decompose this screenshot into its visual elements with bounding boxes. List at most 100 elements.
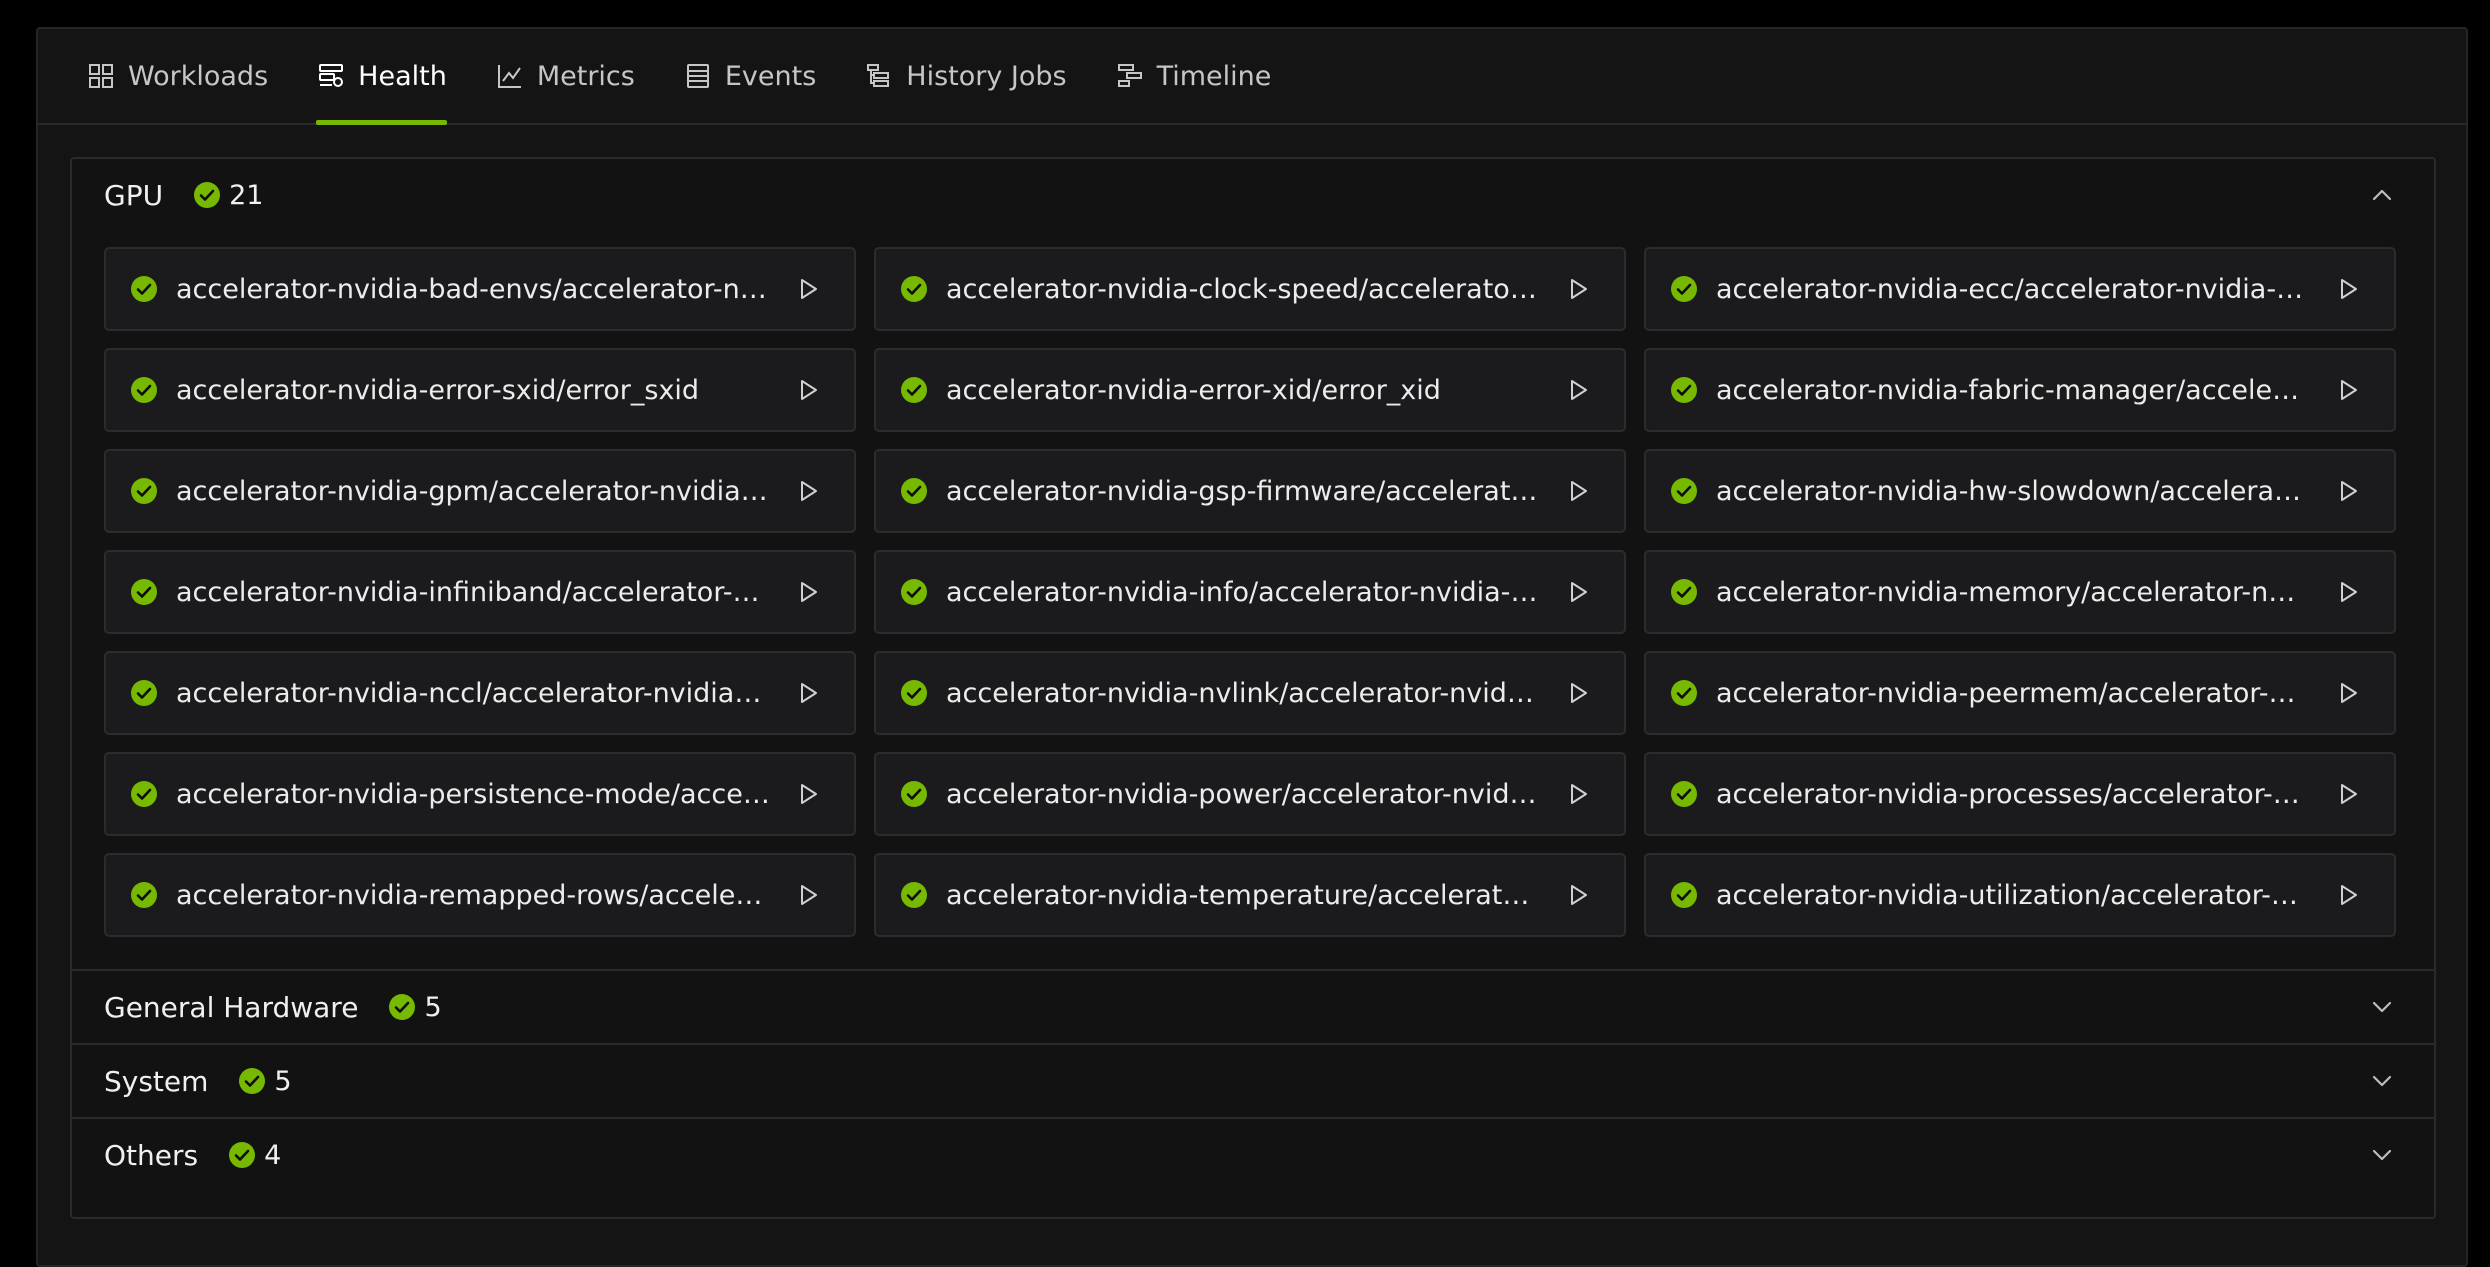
check-circle-icon (131, 781, 157, 807)
tab-events[interactable]: Events (683, 29, 816, 123)
health-check-card[interactable]: accelerator-nvidia-error-sxid/error_sxid (104, 348, 856, 432)
health-check-card[interactable]: accelerator-nvidia-info/accelerator-nvid… (874, 550, 1626, 634)
play-icon[interactable] (794, 780, 822, 808)
check-circle-icon (901, 680, 927, 706)
health-check-card[interactable]: accelerator-nvidia-persistence-mode/acce… (104, 752, 856, 836)
health-check-card[interactable]: accelerator-nvidia-memory/accelerator-nv… (1644, 550, 2396, 634)
health-check-card[interactable]: accelerator-nvidia-infiniband/accelerato… (104, 550, 856, 634)
check-circle-icon (131, 377, 157, 403)
health-check-card[interactable]: accelerator-nvidia-ecc/accelerator-nvidi… (1644, 247, 2396, 331)
health-check-card[interactable]: accelerator-nvidia-fabric-manager/accele… (1644, 348, 2396, 432)
chevron-down-icon[interactable] (2368, 1067, 2396, 1095)
health-check-name: accelerator-nvidia-peermem/accelerator-n… (1716, 677, 2310, 709)
health-check-name: accelerator-nvidia-error-xid/error_xid (946, 374, 1441, 406)
health-check-name: accelerator-nvidia-bad-envs/accelerator-… (176, 273, 770, 305)
tab-label: Metrics (536, 60, 635, 92)
tab-timeline[interactable]: Timeline (1115, 29, 1272, 123)
timeline-icon (1117, 64, 1142, 87)
health-check-name: accelerator-nvidia-ecc/accelerator-nvidi… (1716, 273, 2310, 305)
play-icon[interactable] (794, 376, 822, 404)
grid-icon (89, 64, 113, 88)
health-check-name: accelerator-nvidia-hw-slowdown/accelerat… (1716, 475, 2310, 507)
check-circle-icon (131, 680, 157, 706)
health-check-name: accelerator-nvidia-temperature/accelerat… (946, 879, 1540, 911)
list-icon (686, 64, 709, 88)
play-icon[interactable] (2334, 477, 2362, 505)
section-count-value: 4 (264, 1139, 282, 1171)
gpu-section-header[interactable]: GPU 21 (72, 159, 2434, 231)
check-circle-icon (901, 377, 927, 403)
tab-label: Health (358, 60, 447, 92)
check-circle-icon (131, 882, 157, 908)
play-icon[interactable] (1564, 477, 1592, 505)
check-circle-icon (901, 781, 927, 807)
tab-workloads[interactable]: Workloads (86, 29, 268, 123)
health-check-card[interactable]: accelerator-nvidia-temperature/accelerat… (874, 853, 1626, 937)
check-circle-icon (901, 882, 927, 908)
play-icon[interactable] (1564, 275, 1592, 303)
health-check-card[interactable]: accelerator-nvidia-peermem/accelerator-n… (1644, 651, 2396, 735)
play-icon[interactable] (794, 881, 822, 909)
health-check-card[interactable]: accelerator-nvidia-error-xid/error_xid (874, 348, 1626, 432)
play-icon[interactable] (2334, 376, 2362, 404)
health-check-card[interactable]: accelerator-nvidia-power/accelerator-nvi… (874, 752, 1626, 836)
health-check-name: accelerator-nvidia-memory/accelerator-nv… (1716, 576, 2310, 608)
play-icon[interactable] (1564, 679, 1592, 707)
health-check-card[interactable]: accelerator-nvidia-nccl/accelerator-nvid… (104, 651, 856, 735)
health-panel: Workloads Health Metrics Events History Jobs… (36, 27, 2468, 1267)
play-icon[interactable] (1564, 881, 1592, 909)
health-check-card[interactable]: accelerator-nvidia-gpm/accelerator-nvidi… (104, 449, 856, 533)
play-icon[interactable] (1564, 376, 1592, 404)
tab-label: Events (724, 60, 817, 92)
play-icon[interactable] (1564, 780, 1592, 808)
tab-label: Workloads (128, 60, 269, 92)
others-section-header[interactable]: Others 4 (72, 1119, 2434, 1191)
tab-health[interactable]: Health (316, 29, 447, 125)
health-check-name: accelerator-nvidia-fabric-manager/accele… (1716, 374, 2310, 406)
health-check-name: accelerator-nvidia-gpm/accelerator-nvidi… (176, 475, 770, 507)
health-check-card[interactable]: accelerator-nvidia-hw-slowdown/accelerat… (1644, 449, 2396, 533)
play-icon[interactable] (1564, 578, 1592, 606)
chevron-down-icon[interactable] (2368, 993, 2396, 1021)
general-hardware-section-header[interactable]: General Hardware 5 (72, 971, 2434, 1043)
play-icon[interactable] (794, 275, 822, 303)
check-circle-icon (1671, 579, 1697, 605)
check-circle-icon (194, 182, 221, 208)
check-circle-icon (1671, 478, 1697, 504)
tab-label: Timeline (1156, 60, 1272, 92)
play-icon[interactable] (2334, 881, 2362, 909)
health-check-card[interactable]: accelerator-nvidia-clock-speed/accelerat… (874, 247, 1626, 331)
tab-history-jobs[interactable]: History Jobs (864, 29, 1067, 123)
check-circle-icon (1671, 276, 1697, 302)
health-check-card[interactable]: accelerator-nvidia-remapped-rows/acceler… (104, 853, 856, 937)
section-count: 4 (228, 1140, 281, 1171)
chart-icon (497, 65, 521, 88)
play-icon[interactable] (2334, 679, 2362, 707)
play-icon[interactable] (2334, 578, 2362, 606)
chevron-down-icon[interactable] (2368, 1141, 2396, 1169)
health-check-name: accelerator-nvidia-clock-speed/accelerat… (946, 273, 1540, 305)
health-check-card[interactable]: accelerator-nvidia-gsp-firmware/accelera… (874, 449, 1626, 533)
play-icon[interactable] (794, 578, 822, 606)
health-check-card[interactable]: accelerator-nvidia-nvlink/accelerator-nv… (874, 651, 1626, 735)
health-check-name: accelerator-nvidia-nvlink/accelerator-nv… (946, 677, 1540, 709)
chevron-up-icon[interactable] (2368, 181, 2396, 209)
check-circle-icon (229, 1142, 256, 1168)
check-circle-icon (901, 478, 927, 504)
section-title: System (104, 1064, 209, 1098)
check-circle-icon (239, 1068, 266, 1094)
health-check-name: accelerator-nvidia-persistence-mode/acce… (176, 778, 770, 810)
system-section-header[interactable]: System 5 (72, 1045, 2434, 1117)
play-icon[interactable] (794, 679, 822, 707)
health-check-card[interactable]: accelerator-nvidia-bad-envs/accelerator-… (104, 247, 856, 331)
check-circle-icon (901, 579, 927, 605)
tab-metrics[interactable]: Metrics (495, 29, 635, 123)
health-check-name: accelerator-nvidia-infiniband/accelerato… (176, 576, 770, 608)
check-circle-icon (131, 276, 157, 302)
health-check-card[interactable]: accelerator-nvidia-processes/accelerator… (1644, 752, 2396, 836)
health-check-card[interactable]: accelerator-nvidia-utilization/accelerat… (1644, 853, 2396, 937)
play-icon[interactable] (2334, 780, 2362, 808)
play-icon[interactable] (2334, 275, 2362, 303)
play-icon[interactable] (794, 477, 822, 505)
section-count: 5 (238, 1066, 292, 1097)
